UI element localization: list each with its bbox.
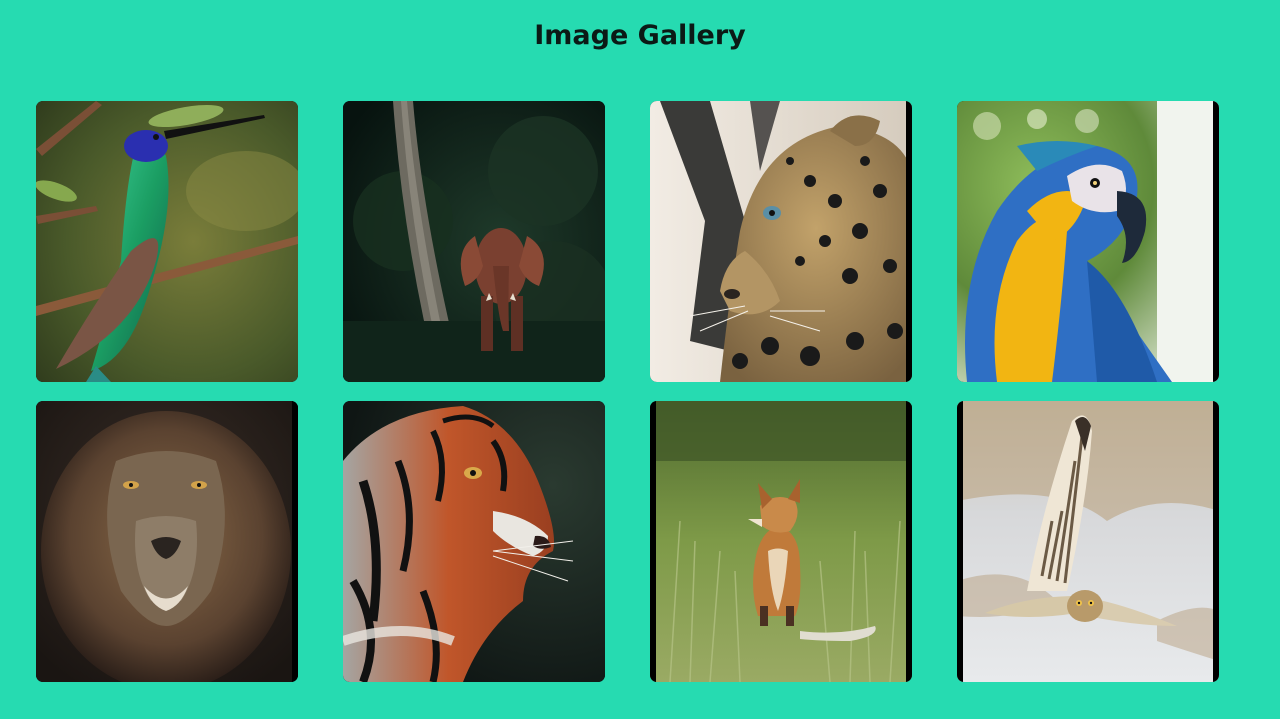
macaw-photo: [957, 101, 1219, 382]
gallery-item-lion[interactable]: [36, 401, 298, 682]
gallery-item-owl[interactable]: [957, 401, 1219, 682]
gallery-item-tiger[interactable]: [343, 401, 605, 682]
fox-photo: [650, 401, 912, 682]
gallery-item-elephant[interactable]: [343, 101, 605, 382]
elephant-photo: [343, 101, 605, 382]
lion-photo: [36, 401, 298, 682]
tiger-photo: [343, 401, 605, 682]
page-title: Image Gallery: [534, 20, 746, 51]
hummingbird-photo: [36, 101, 298, 382]
owl-photo: [957, 401, 1219, 682]
gallery-item-hummingbird[interactable]: [36, 101, 298, 382]
leopard-photo: [650, 101, 912, 382]
gallery-item-leopard[interactable]: [650, 101, 912, 382]
image-gallery: [36, 101, 1219, 682]
gallery-item-fox[interactable]: [650, 401, 912, 682]
gallery-item-macaw[interactable]: [957, 101, 1219, 382]
